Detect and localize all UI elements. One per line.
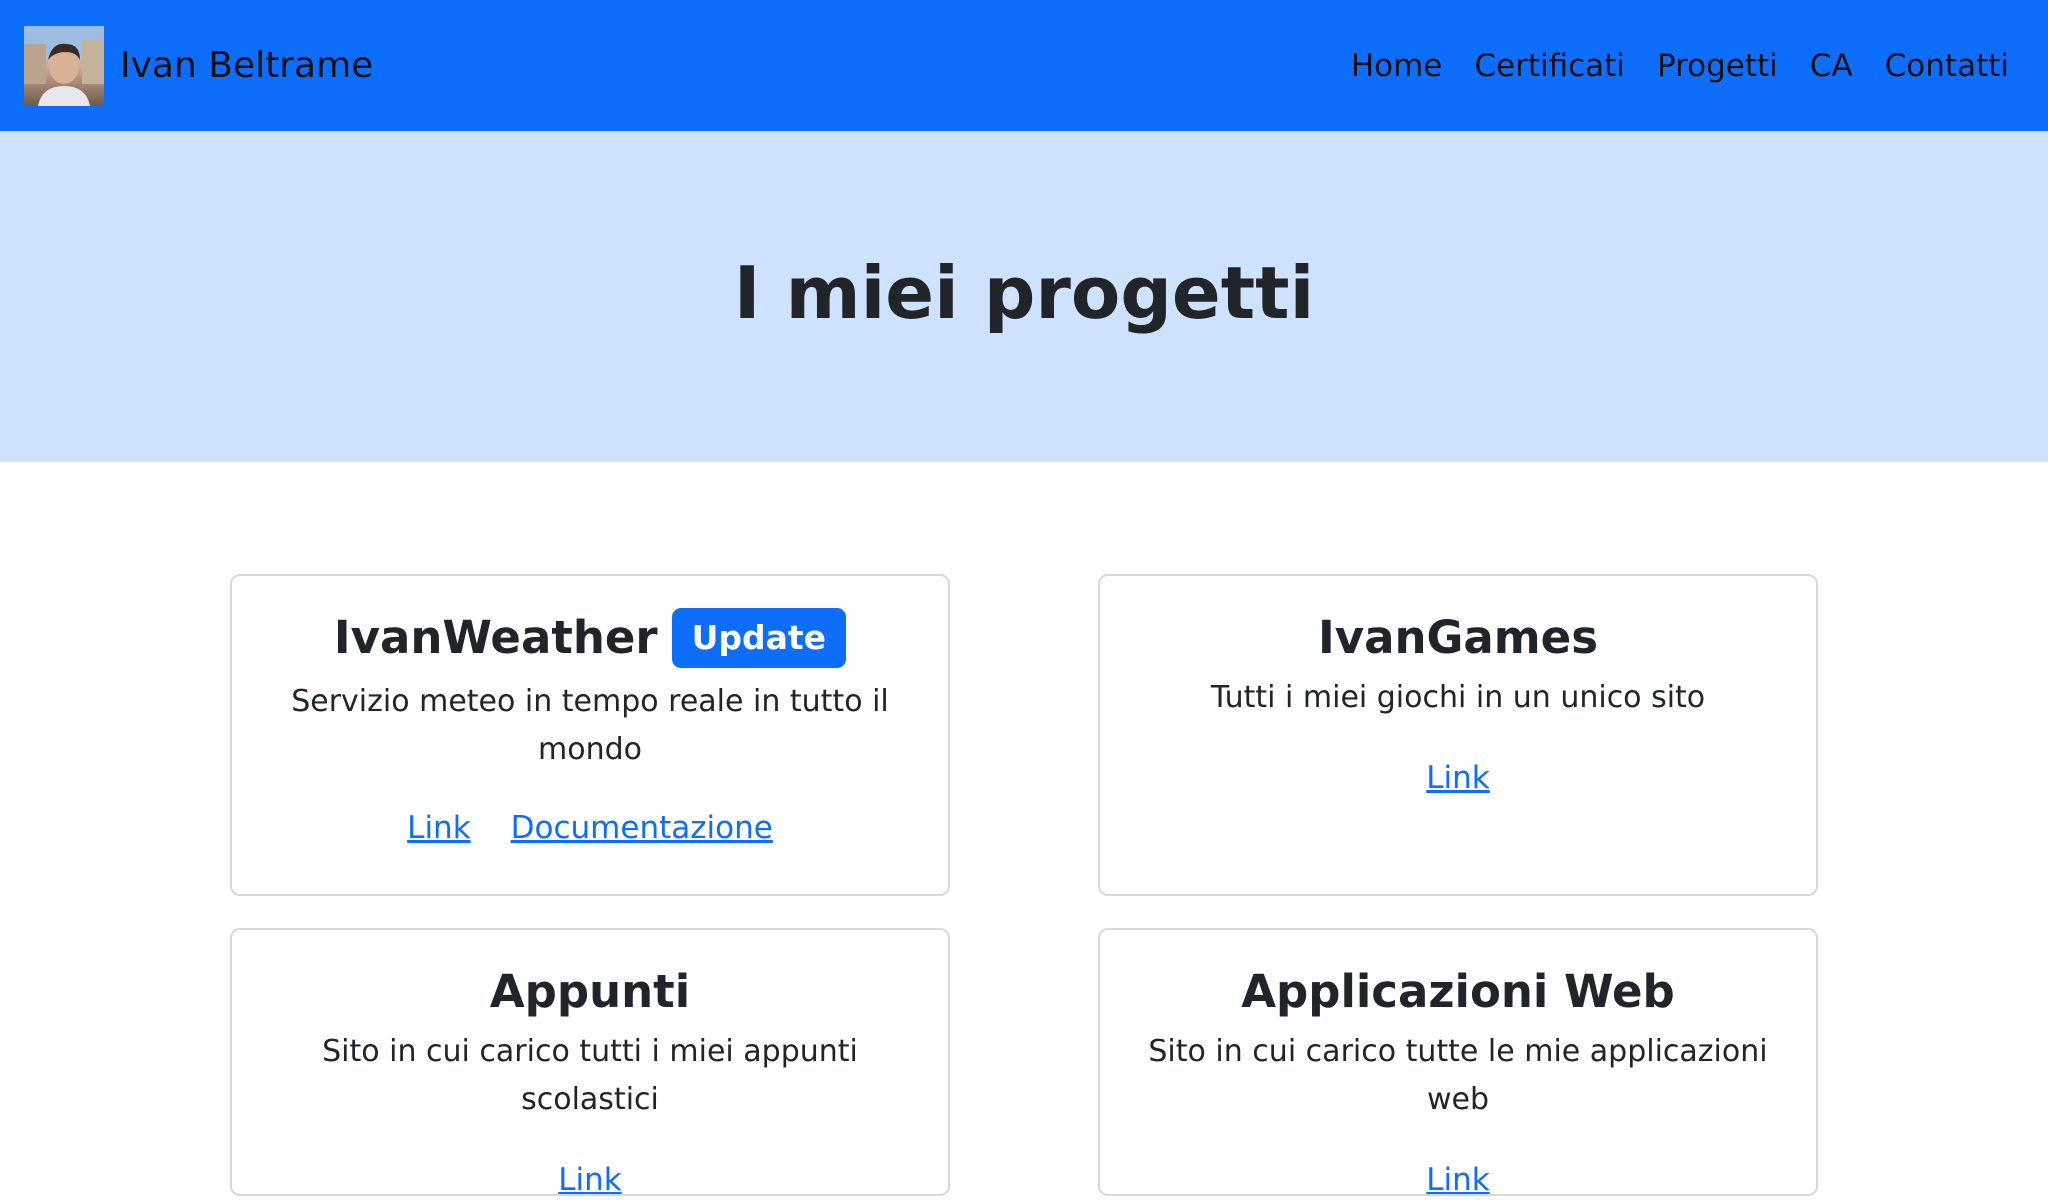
card-title-row: IvanWeather Update [232,608,948,668]
card-links: Link Documentazione [232,804,948,852]
navbar: Ivan Beltrame Home Certificati Progetti … [0,0,2048,131]
card-links: Link [1100,754,1816,802]
nav-link-contatti[interactable]: Contatti [1885,40,2009,92]
card-description: Servizio meteo in tempo reale in tutto i… [291,684,889,767]
card-links: Link [1100,1156,1816,1194]
page-title: I miei progetti [733,251,1315,336]
nav-link-ca[interactable]: CA [1810,40,1853,92]
project-card-applicazioni-web: Applicazioni Web Sito in cui carico tutt… [1098,928,1818,1196]
card-description: Sito in cui carico tutti i miei appunti … [322,1034,858,1117]
project-card-ivangames: IvanGames Tutti i miei giochi in un unic… [1098,574,1818,896]
project-link[interactable]: Link [1426,1156,1489,1194]
nav-link-certificati[interactable]: Certificati [1474,40,1625,92]
project-link[interactable]: Link [1426,754,1489,802]
card-title: IvanWeather [333,611,658,664]
card-description: Sito in cui carico tutte le mie applicaz… [1148,1034,1768,1117]
card-links: Link [232,1156,948,1194]
project-card-appunti: Appunti Sito in cui carico tutti i miei … [230,928,950,1196]
card-title: IvanGames [1318,611,1598,664]
brand-name: Ivan Beltrame [120,45,374,86]
card-title-row: IvanGames [1100,608,1816,668]
card-title-row: Applicazioni Web [1100,962,1816,1022]
card-title: Appunti [489,965,691,1018]
nav-link-home[interactable]: Home [1351,40,1443,92]
documentation-link[interactable]: Documentazione [511,804,773,852]
hero-banner: I miei progetti [0,131,2048,462]
nav-link-progetti[interactable]: Progetti [1657,40,1778,92]
card-description: Tutti i miei giochi in un unico sito [1210,680,1706,715]
card-title: Applicazioni Web [1241,965,1675,1018]
nav-menu: Home Certificati Progetti CA Contatti [1351,40,2009,92]
avatar-photo [24,26,104,106]
card-title-row: Appunti [232,962,948,1022]
update-badge: Update [671,608,847,668]
project-link[interactable]: Link [407,804,470,852]
brand-link[interactable]: Ivan Beltrame [24,26,373,106]
profile-avatar [24,26,104,106]
project-card-ivanweather: IvanWeather Update Servizio meteo in tem… [230,574,950,896]
project-link[interactable]: Link [558,1156,621,1194]
